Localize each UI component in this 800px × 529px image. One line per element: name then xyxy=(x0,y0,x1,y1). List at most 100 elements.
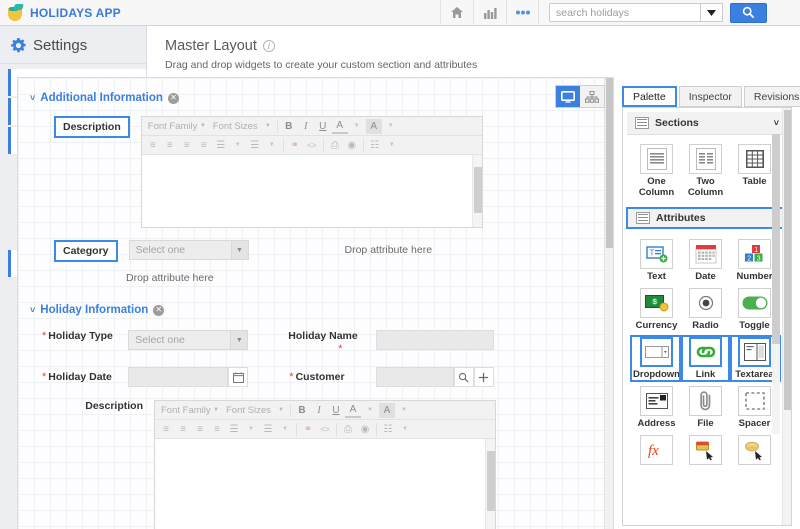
editor-scrollbar[interactable] xyxy=(471,155,482,227)
tile-link[interactable]: Link xyxy=(679,335,732,382)
underline-icon[interactable]: U xyxy=(328,403,344,418)
italic-icon[interactable]: I xyxy=(298,119,314,134)
section-close-icon[interactable]: ✕ xyxy=(153,304,165,316)
source-code-icon[interactable]: <> xyxy=(317,422,333,437)
tab-inspector[interactable]: Inspector xyxy=(678,86,742,107)
plus-icon[interactable] xyxy=(473,367,494,387)
search-icon[interactable] xyxy=(453,367,474,387)
tab-palette[interactable]: Palette xyxy=(622,86,677,107)
section-additional-information[interactable]: ˅ Additional Information ✕ Description F… xyxy=(30,92,590,284)
desktop-view-icon[interactable] xyxy=(556,86,580,107)
print-icon[interactable]: ⎙ xyxy=(327,138,343,153)
more-icon[interactable] xyxy=(506,0,539,26)
richtext-body[interactable] xyxy=(155,439,495,529)
editor-scrollbar[interactable] xyxy=(485,439,495,529)
holiday-date-input[interactable] xyxy=(128,367,229,387)
tile-currency[interactable]: $ Currency xyxy=(632,288,681,331)
align-left-icon[interactable]: ≡ xyxy=(158,422,174,437)
table-icon[interactable]: ☷ xyxy=(367,138,383,153)
align-right-icon[interactable]: ≡ xyxy=(179,138,195,153)
font-family-select[interactable]: Font Family ▼ xyxy=(144,119,209,133)
tile-text[interactable]: T Text xyxy=(632,239,681,282)
chevron-down-icon[interactable]: ▼ xyxy=(230,241,248,259)
field-label-holiday-date[interactable]: Holiday Date xyxy=(48,371,120,383)
holiday-date-group[interactable] xyxy=(128,367,249,387)
section-holiday-information[interactable]: ˅ Holiday Information ✕ * Holiday Type S… xyxy=(30,304,600,529)
tile-one-column[interactable]: One Column xyxy=(632,144,681,198)
richtext-editor-description[interactable]: Font Family▼ Font Sizes▼ B I U A ▼ A ▼ xyxy=(140,116,483,228)
customer-lookup-group[interactable] xyxy=(375,367,494,387)
tree-view-icon[interactable] xyxy=(580,86,604,107)
calendar-icon[interactable] xyxy=(228,367,249,387)
text-color-icon[interactable]: A xyxy=(331,119,348,134)
print-icon[interactable]: ⎙ xyxy=(340,422,356,437)
accordion-attributes[interactable]: Attributes ˅ xyxy=(626,207,788,229)
numbered-list-icon[interactable]: ☰ xyxy=(247,138,263,153)
table-icon[interactable]: ☷ xyxy=(380,422,396,437)
brand[interactable]: HOLIDAYS APP xyxy=(0,4,440,21)
section-header[interactable]: ˅ Holiday Information ✕ xyxy=(30,304,600,316)
highlight-color-icon[interactable]: A xyxy=(379,402,395,418)
tile-dropdown[interactable]: Dropdown xyxy=(630,335,683,382)
field-label-category[interactable]: Category xyxy=(54,240,118,262)
tab-revisions[interactable]: Revisions xyxy=(743,86,800,107)
chevron-down-icon[interactable]: ˅ xyxy=(774,118,779,128)
accordion-sections[interactable]: Sections ˅ xyxy=(627,112,787,135)
search-scope-dropdown[interactable] xyxy=(701,3,723,22)
numbered-list-icon[interactable]: ☰ xyxy=(260,422,276,437)
canvas-scrollbar[interactable] xyxy=(604,78,613,529)
chevron-down-icon[interactable]: ˅ xyxy=(30,93,35,103)
drop-hint-left[interactable]: Drop attribute here xyxy=(126,272,590,284)
chart-icon[interactable] xyxy=(473,0,506,26)
section-close-icon[interactable]: ✕ xyxy=(167,92,179,104)
preview-icon[interactable]: ◉ xyxy=(344,138,360,153)
field-label-customer[interactable]: Customer xyxy=(296,371,376,383)
chevron-down-icon[interactable]: ▼ xyxy=(230,331,248,349)
holiday-type-select[interactable]: Select one ▼ xyxy=(128,330,249,350)
field-label-description-2[interactable]: Description xyxy=(81,400,143,412)
panel-scrollbar[interactable] xyxy=(782,108,791,525)
underline-icon[interactable]: U xyxy=(315,119,331,134)
align-center-icon[interactable]: ≡ xyxy=(162,138,178,153)
search-button[interactable] xyxy=(730,2,767,23)
field-label-holiday-type[interactable]: Holiday Type xyxy=(48,330,120,342)
chevron-down-icon[interactable]: ˅ xyxy=(30,305,35,315)
search-box[interactable] xyxy=(549,3,701,22)
font-size-select[interactable]: Font Sizes ▼ xyxy=(223,403,287,417)
info-icon[interactable]: i xyxy=(262,40,275,52)
link-icon[interactable]: ⚭ xyxy=(300,422,316,437)
tile-radio[interactable]: Radio xyxy=(681,288,730,331)
source-code-icon[interactable]: <> xyxy=(304,138,320,153)
align-center-icon[interactable]: ≡ xyxy=(175,422,191,437)
font-family-select[interactable]: Font Family ▼ xyxy=(158,403,222,417)
link-icon[interactable]: ⚭ xyxy=(287,138,303,153)
category-select[interactable]: Select one ▼ xyxy=(128,240,249,260)
tile-two-column[interactable]: Two Column xyxy=(681,144,730,198)
richtext-editor-description-2[interactable]: Font Family▼ Font Sizes▼ B I U A ▼ A ▼ xyxy=(154,400,496,529)
field-label-holiday-name[interactable]: Holiday Name xyxy=(288,330,357,342)
highlight-color-icon[interactable]: A xyxy=(365,118,382,134)
bullet-list-icon[interactable]: ☰ xyxy=(226,422,242,437)
search-input[interactable] xyxy=(550,4,678,21)
tile-file[interactable]: File xyxy=(681,386,730,429)
tile-action[interactable] xyxy=(730,435,779,467)
tile-date[interactable]: Date xyxy=(681,239,730,282)
field-label-description[interactable]: Description xyxy=(54,116,130,138)
tile-button[interactable] xyxy=(681,435,730,467)
italic-icon[interactable]: I xyxy=(311,403,327,418)
drop-hint-right[interactable]: Drop attribute here xyxy=(345,244,433,256)
align-left-icon[interactable]: ≡ xyxy=(145,138,161,153)
customer-input[interactable] xyxy=(375,367,454,387)
bullet-list-icon[interactable]: ☰ xyxy=(213,138,229,153)
font-size-select[interactable]: Font Sizes ▼ xyxy=(209,119,274,133)
justify-icon[interactable]: ≡ xyxy=(209,422,225,437)
tile-address[interactable]: Address xyxy=(632,386,681,429)
tile-formula[interactable]: fx xyxy=(632,435,681,467)
preview-icon[interactable]: ◉ xyxy=(357,422,373,437)
text-color-icon[interactable]: A xyxy=(345,403,361,418)
home-icon[interactable] xyxy=(440,0,473,26)
richtext-body[interactable] xyxy=(141,155,482,227)
align-right-icon[interactable]: ≡ xyxy=(192,422,208,437)
holiday-name-input[interactable] xyxy=(376,330,495,350)
bold-icon[interactable]: B xyxy=(281,119,297,134)
